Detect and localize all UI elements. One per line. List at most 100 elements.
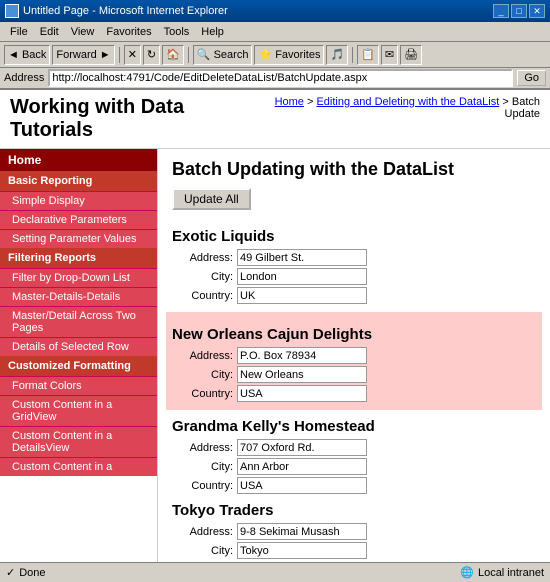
- address-row-2: Address:: [172, 439, 536, 456]
- breadcrumb: Home > Editing and Deleting with the Dat…: [256, 96, 540, 120]
- address-label-3: Address:: [172, 526, 237, 538]
- status-right: 🌐 Local intranet: [460, 566, 544, 579]
- forward-button[interactable]: Forward ►: [52, 45, 114, 65]
- city-input-2[interactable]: [237, 458, 367, 475]
- sidebar-section-basic-reporting[interactable]: Basic Reporting: [0, 171, 157, 191]
- city-row-2: City:: [172, 458, 536, 475]
- company-block-2: Grandma Kelly's Homestead Address: City:…: [172, 418, 536, 494]
- address-input-2[interactable]: [237, 439, 367, 456]
- city-label-2: City:: [172, 461, 237, 473]
- company-name-2: Grandma Kelly's Homestead: [172, 418, 536, 435]
- window-title: Untitled Page - Microsoft Internet Explo…: [23, 5, 228, 17]
- address-label: Address: [4, 72, 44, 84]
- country-input-2[interactable]: [237, 477, 367, 494]
- menu-bar: File Edit View Favorites Tools Help: [0, 22, 550, 42]
- address-input-1[interactable]: [237, 347, 367, 364]
- company-block-0: Exotic Liquids Address: City: Country:: [172, 228, 536, 304]
- window-controls[interactable]: _ □ ✕: [493, 4, 545, 18]
- title-bar: Untitled Page - Microsoft Internet Explo…: [0, 0, 550, 22]
- sidebar-item-master-details[interactable]: Master-Details-Details: [0, 287, 157, 306]
- address-input-3[interactable]: [237, 523, 367, 540]
- breadcrumb-home[interactable]: Home: [275, 96, 304, 108]
- sidebar-section-filtering-reports[interactable]: Filtering Reports: [0, 248, 157, 268]
- menu-help[interactable]: Help: [195, 25, 230, 39]
- country-input-1[interactable]: [237, 385, 367, 402]
- favorites-button[interactable]: ⭐ Favorites: [254, 45, 324, 65]
- breadcrumb-separator: >: [502, 96, 511, 108]
- menu-tools[interactable]: Tools: [158, 25, 196, 39]
- sidebar-item-filter-dropdown[interactable]: Filter by Drop-Down List: [0, 268, 157, 287]
- sidebar-item-setting-parameter-values[interactable]: Setting Parameter Values: [0, 229, 157, 248]
- sidebar-item-custom-content-gridview[interactable]: Custom Content in a GridView: [0, 395, 157, 426]
- address-label-1: Address:: [172, 350, 237, 362]
- company-name-0: Exotic Liquids: [172, 228, 536, 245]
- country-label-2: Country:: [172, 480, 237, 492]
- menu-edit[interactable]: Edit: [34, 25, 65, 39]
- sidebar-item-declarative-parameters[interactable]: Declarative Parameters: [0, 210, 157, 229]
- company-name-1: New Orleans Cajun Delights: [172, 326, 536, 343]
- stop-button[interactable]: ✕: [124, 45, 141, 65]
- maximize-button[interactable]: □: [511, 4, 527, 18]
- minimize-button[interactable]: _: [493, 4, 509, 18]
- breadcrumb-parent[interactable]: Editing and Deleting with the DataList: [316, 96, 499, 108]
- sidebar-item-custom-content-3[interactable]: Custom Content in a: [0, 457, 157, 476]
- toolbar: ◄ Back Forward ► ✕ ↻ 🏠 🔍 Search ⭐ Favori…: [0, 42, 550, 68]
- done-icon: ✓: [6, 566, 15, 579]
- history-button[interactable]: 📋: [357, 45, 379, 65]
- address-row-3: Address:: [172, 523, 536, 540]
- city-input-3[interactable]: [237, 542, 367, 559]
- country-row-2: Country:: [172, 477, 536, 494]
- site-title: Working with Data Tutorials: [10, 96, 256, 142]
- status-bar: ✓ Done 🌐 Local intranet: [0, 562, 550, 582]
- address-input-0[interactable]: [237, 249, 367, 266]
- separator-3: [352, 47, 353, 63]
- sidebar-section-customized-formatting[interactable]: Customized Formatting: [0, 356, 157, 376]
- sidebar-item-custom-content-detailsview[interactable]: Custom Content in a DetailsView: [0, 426, 157, 457]
- status-left: ✓ Done: [6, 566, 46, 579]
- print-button[interactable]: 🖨: [400, 45, 422, 65]
- search-button[interactable]: 🔍 Search: [193, 45, 253, 65]
- address-bar: Address Go: [0, 68, 550, 90]
- sidebar-item-simple-display[interactable]: Simple Display: [0, 191, 157, 210]
- back-button[interactable]: ◄ Back: [4, 45, 50, 65]
- country-input-0[interactable]: [237, 287, 367, 304]
- address-row-1: Address:: [172, 347, 536, 364]
- city-label-1: City:: [172, 369, 237, 381]
- refresh-button[interactable]: ↻: [143, 45, 160, 65]
- address-input[interactable]: [48, 69, 513, 87]
- page-heading: Batch Updating with the DataList: [172, 159, 536, 180]
- menu-view[interactable]: View: [65, 25, 101, 39]
- city-row-0: City:: [172, 268, 536, 285]
- sidebar-home[interactable]: Home: [0, 149, 157, 171]
- address-row-0: Address:: [172, 249, 536, 266]
- city-row-1: City:: [172, 366, 536, 383]
- media-button[interactable]: 🎵: [326, 45, 348, 65]
- mail-button[interactable]: ✉: [381, 45, 398, 65]
- home-button[interactable]: 🏠: [162, 45, 184, 65]
- page-wrapper: Working with Data Tutorials Home > Editi…: [0, 90, 550, 562]
- sidebar-item-master-detail-across[interactable]: Master/Detail Across Two Pages: [0, 306, 157, 337]
- city-row-3: City:: [172, 542, 536, 559]
- page-header: Working with Data Tutorials Home > Editi…: [0, 90, 550, 149]
- separator-2: [188, 47, 189, 63]
- city-input-1[interactable]: [237, 366, 367, 383]
- separator-1: [119, 47, 120, 63]
- city-label-0: City:: [172, 271, 237, 283]
- country-row-1: Country:: [172, 385, 536, 402]
- browser-icon: [5, 4, 19, 18]
- country-label-0: Country:: [172, 290, 237, 302]
- address-label-2: Address:: [172, 442, 237, 454]
- country-row-0: Country:: [172, 287, 536, 304]
- main-content: Batch Updating with the DataList Update …: [158, 149, 550, 562]
- city-input-0[interactable]: [237, 268, 367, 285]
- close-button[interactable]: ✕: [529, 4, 545, 18]
- sidebar-item-details-selected-row[interactable]: Details of Selected Row: [0, 337, 157, 356]
- menu-file[interactable]: File: [4, 25, 34, 39]
- city-label-3: City:: [172, 545, 237, 557]
- company-block-1: New Orleans Cajun Delights Address: City…: [166, 312, 542, 410]
- content-area: Home Basic Reporting Simple Display Decl…: [0, 149, 550, 562]
- update-all-button[interactable]: Update All: [172, 188, 251, 210]
- sidebar-item-format-colors[interactable]: Format Colors: [0, 376, 157, 395]
- menu-favorites[interactable]: Favorites: [100, 25, 157, 39]
- go-button[interactable]: Go: [517, 70, 546, 86]
